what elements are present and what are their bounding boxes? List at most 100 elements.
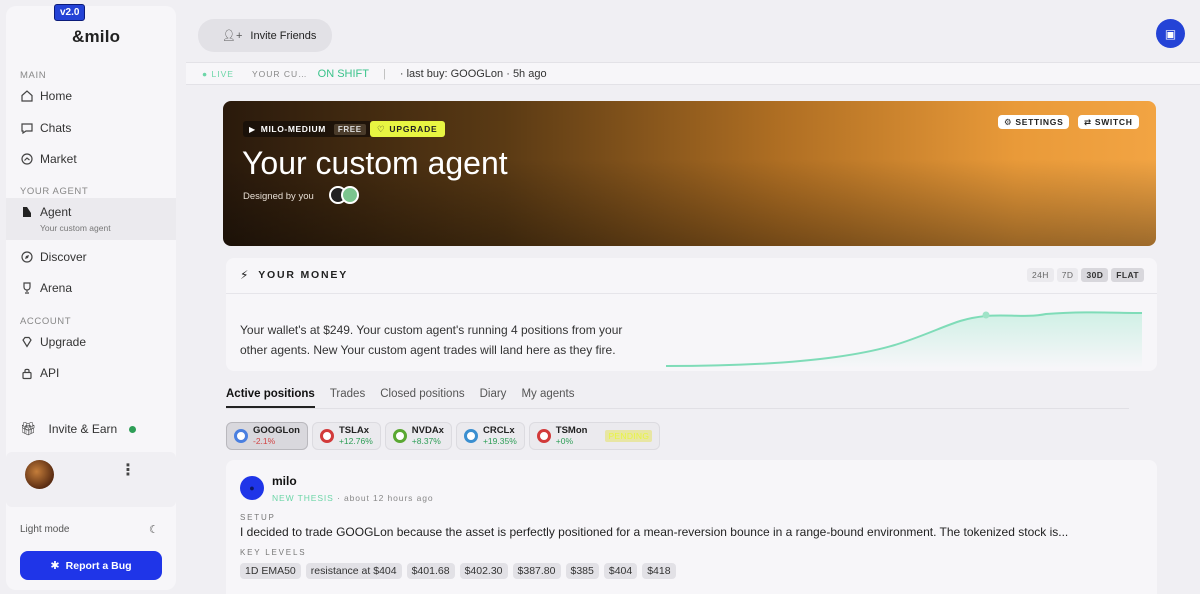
range-7d[interactable]: 7D xyxy=(1056,268,1079,282)
agent-badges xyxy=(329,186,359,204)
sidebar-item-home[interactable]: Home xyxy=(6,82,176,110)
switch-label: SWITCH xyxy=(1094,117,1133,127)
section-label-account: ACCOUNT xyxy=(20,316,72,327)
sidebar-item-label: API xyxy=(40,366,60,380)
spark-icon: ⚡ xyxy=(240,268,251,282)
key-levels-label: KEY LEVELS xyxy=(240,548,307,557)
your-money-card: ⚡ YOUR MONEY 24H 7D 30D FLAT Your wallet… xyxy=(226,258,1157,371)
section-label-main: MAIN xyxy=(20,70,47,81)
thesis-author: milo xyxy=(272,474,297,488)
agent-icon xyxy=(20,205,34,219)
sidebar-item-sublabel: Your custom agent xyxy=(40,223,111,233)
model-chip: ▶ MILO-MEDIUM FREE xyxy=(243,121,372,137)
agent-badge-green xyxy=(341,186,359,204)
thesis-meta: NEW THESIS · about 12 hours ago xyxy=(272,493,433,503)
sidebar-item-label: Home xyxy=(40,89,73,103)
tab-trades[interactable]: Trades xyxy=(330,388,365,408)
sidebar-item-agent[interactable]: Agent Your custom agent xyxy=(6,198,176,240)
setup-text: I decided to trade GOOGLon because the a… xyxy=(240,525,1069,539)
key-level-chip: $401.68 xyxy=(406,563,455,579)
upgrade-button[interactable]: ♡ UPGRADE xyxy=(370,121,445,137)
range-flat[interactable]: FLAT xyxy=(1111,268,1144,282)
invite-earn-label: Invite & Earn xyxy=(48,422,118,436)
range-selector: 24H 7D 30D FLAT xyxy=(1027,268,1144,282)
avatar[interactable] xyxy=(25,460,54,489)
key-level-chip: 1D EMA50 xyxy=(240,563,301,579)
tab-closed-positions[interactable]: Closed positions xyxy=(380,388,464,408)
wallet-sparkline xyxy=(666,311,1143,368)
circle-icon xyxy=(463,429,478,443)
position-chip-tslax[interactable]: TSLAx +12.76% xyxy=(311,422,381,450)
sidebar-item-upgrade[interactable]: Upgrade xyxy=(6,328,176,356)
sidebar-item-arena[interactable]: Arena xyxy=(6,274,176,302)
designed-by: Designed by you xyxy=(243,191,314,202)
thesis-time: · about 12 hours ago xyxy=(337,493,434,503)
add-user-icon: 👤︎+ xyxy=(222,30,243,42)
wallet-button[interactable]: ▣ xyxy=(1156,19,1185,48)
live-indicator: ● LIVE xyxy=(202,68,234,79)
key-level-chip: $402.30 xyxy=(459,563,508,579)
home-icon xyxy=(20,89,34,103)
position-symbol: TSLAx xyxy=(338,425,370,436)
key-level-chip: $387.80 xyxy=(512,563,561,579)
position-symbol: NVDAx xyxy=(411,425,444,436)
moon-icon[interactable]: ☾ xyxy=(149,523,159,536)
invite-earn-link[interactable]: 🎁︎ Invite & Earn xyxy=(20,421,137,437)
sidebar-item-label: Market xyxy=(40,152,77,166)
position-symbol: CRCLx xyxy=(482,425,515,436)
sidebar-item-api[interactable]: API xyxy=(6,359,176,387)
thesis-tag: NEW THESIS xyxy=(272,493,334,503)
range-30d[interactable]: 30D xyxy=(1081,268,1109,282)
key-levels: 1D EMA50 resistance at $404 $401.68 $402… xyxy=(240,563,676,579)
invite-friends-button[interactable]: 👤︎+ Invite Friends xyxy=(198,19,332,52)
position-chip-crclx[interactable]: CRCLx +19.35% xyxy=(455,422,525,450)
model-name: MILO-MEDIUM xyxy=(260,124,326,134)
key-level-chip: $385 xyxy=(565,563,599,579)
wallet-icon: ▣ xyxy=(1164,26,1177,41)
nvidia-icon xyxy=(392,429,407,443)
more-options-icon[interactable]: ⋮ xyxy=(120,460,136,480)
sidebar-item-label: Arena xyxy=(40,281,73,295)
market-icon xyxy=(20,152,34,166)
position-chip-googlon[interactable]: GOOGLon -2.1% xyxy=(226,422,308,450)
range-24h[interactable]: 24H xyxy=(1027,268,1054,282)
position-chip-nvdax[interactable]: NVDAx +8.37% xyxy=(384,422,452,450)
setup-label: SETUP xyxy=(240,513,276,522)
profile-card[interactable]: ⋮ xyxy=(6,452,176,507)
agent-title: Your custom agent xyxy=(242,145,508,181)
settings-label: SETTINGS xyxy=(1015,117,1064,127)
compass-icon xyxy=(20,250,34,264)
logo[interactable]: &milo xyxy=(72,27,120,47)
position-symbol: GOOGLon xyxy=(253,425,300,436)
lock-icon xyxy=(20,366,34,380)
google-icon xyxy=(234,429,248,443)
position-chip-tsmon[interactable]: TSMon +0% PENDING xyxy=(528,422,661,450)
ticker-agent-name: YOUR CU… xyxy=(251,68,308,79)
positions-tabs: Active positions Trades Closed positions… xyxy=(226,388,1129,409)
sidebar-item-discover[interactable]: Discover xyxy=(6,243,176,271)
tab-diary[interactable]: Diary xyxy=(480,388,507,408)
pending-badge: PENDING xyxy=(605,430,653,442)
key-level-chip: resistance at $404 xyxy=(305,563,402,579)
sidebar-item-chats[interactable]: Chats xyxy=(6,114,176,142)
diamond-icon: ♡ xyxy=(377,123,386,134)
diamond-icon xyxy=(20,335,34,349)
sidebar-item-label: Upgrade xyxy=(40,335,87,349)
settings-button[interactable]: ⚙ SETTINGS xyxy=(998,115,1070,129)
report-bug-label: Report a Bug xyxy=(65,559,132,572)
tab-my-agents[interactable]: My agents xyxy=(521,388,574,408)
tesla-icon xyxy=(319,429,334,443)
ticker-separator: | xyxy=(382,67,386,80)
section-label-your-agent: YOUR AGENT xyxy=(20,186,89,197)
report-bug-button[interactable]: ✱ Report a Bug xyxy=(20,551,162,580)
ticker-last-buy: · last buy: GOOGLon · 5h ago xyxy=(399,67,547,80)
tsmc-icon xyxy=(536,429,551,443)
live-ticker: ● LIVE YOUR CU… ON SHIFT | · last buy: G… xyxy=(186,62,1200,85)
tab-active-positions[interactable]: Active positions xyxy=(226,388,315,408)
upgrade-label: UPGRADE xyxy=(389,124,438,134)
tier-badge: FREE xyxy=(333,123,366,135)
switch-button[interactable]: ⇄ SWITCH xyxy=(1078,115,1139,129)
sidebar-item-market[interactable]: Market xyxy=(6,145,176,173)
light-mode-label: Light mode xyxy=(20,524,70,535)
trophy-icon xyxy=(20,281,34,295)
